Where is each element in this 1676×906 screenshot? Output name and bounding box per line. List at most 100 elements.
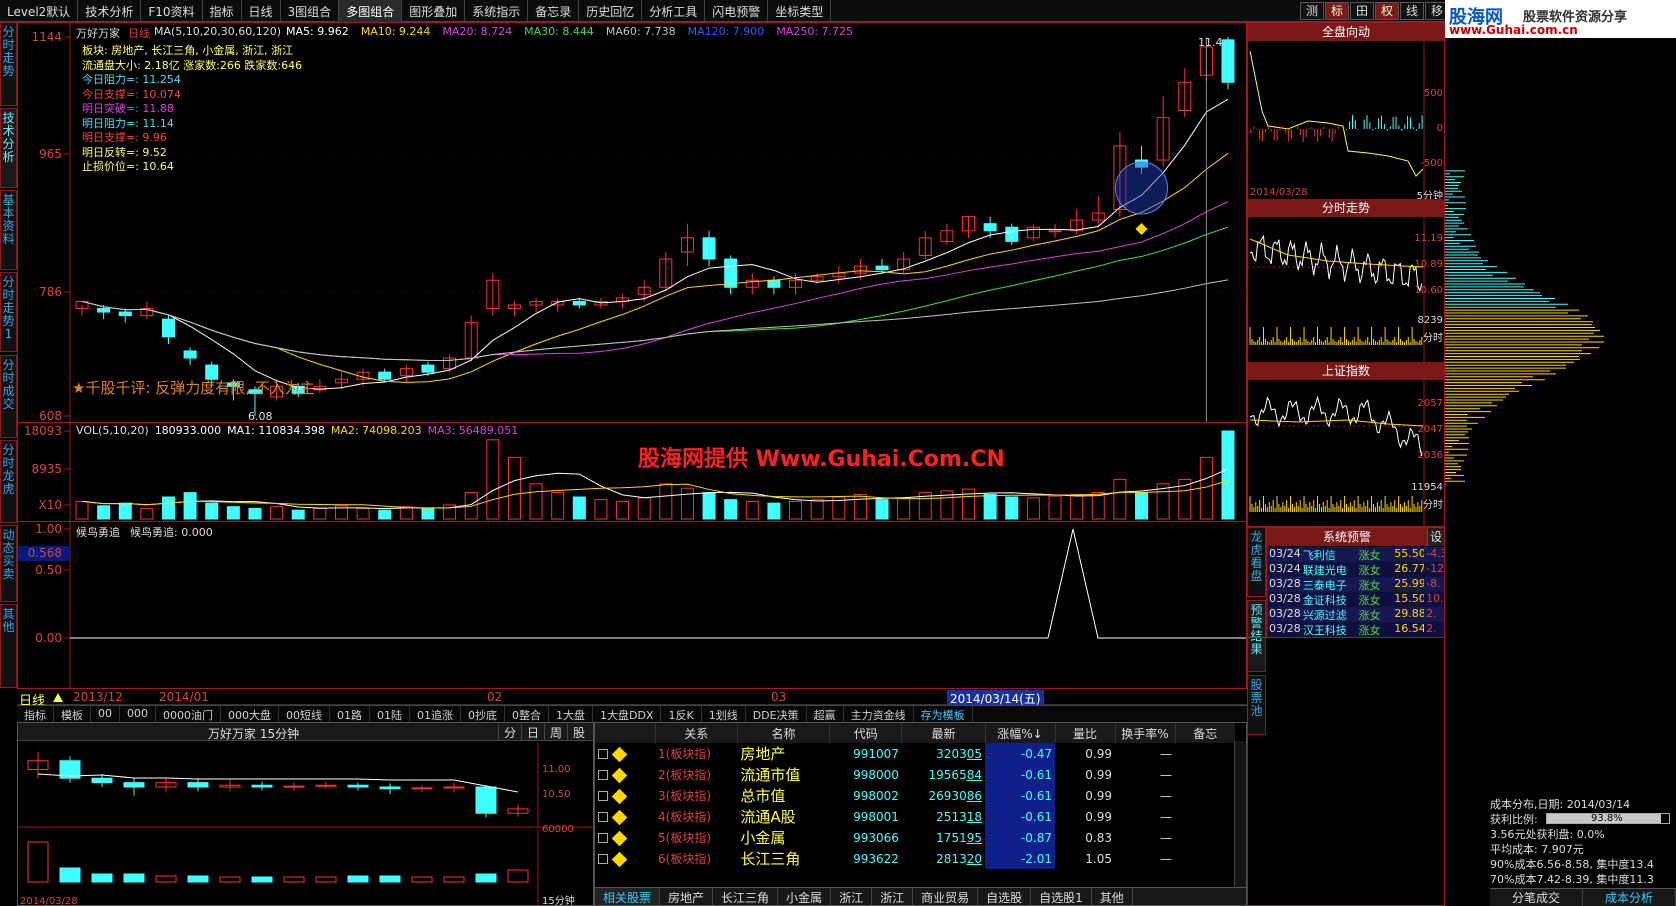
header-cell[interactable]: 涨幅%↓ (984, 723, 1055, 743)
indicator-tab-4[interactable]: 0000油门 (156, 706, 221, 722)
related-tab-9[interactable]: 其他 (1092, 888, 1133, 905)
cost-tab-1[interactable]: 成本分析 (1583, 889, 1676, 906)
alert-settings-button[interactable]: 设 (1427, 528, 1444, 546)
toolbar-item-12[interactable]: 闪电预警 (705, 0, 769, 22)
alert-row[interactable]: 03/28 汉王科技 涨女 16.54 2. (1267, 622, 1444, 637)
indicator-tab-0[interactable]: 指标 (17, 706, 54, 722)
indicator-tab-13[interactable]: 1大盘DDX (593, 706, 662, 722)
side-tab-0[interactable]: 分时走势 (0, 22, 17, 106)
side-tab-3[interactable]: 分时走势1 (0, 272, 17, 352)
related-tab-1[interactable]: 房地产 (660, 888, 714, 905)
header-cell[interactable]: 换手率% (1114, 723, 1175, 743)
related-tab-6[interactable]: 商业贸易 (913, 888, 979, 905)
side-tab-2[interactable]: 基本资料 (0, 190, 17, 270)
indicator-tab-5[interactable]: 000大盘 (221, 706, 279, 722)
mini-tab-3[interactable]: 股 (567, 724, 590, 741)
side-tab-4[interactable]: 分时成交 (0, 355, 17, 438)
checkbox-icon[interactable] (598, 749, 608, 759)
alert-row[interactable]: 03/28金证科技涨女 15.5010.1 (1267, 592, 1444, 607)
table-row[interactable]: 6(板块指) 长江三角 993622 281320 -2.01 1.05— (595, 848, 1235, 869)
toolbar-item-1[interactable]: 技术分析 (78, 0, 142, 22)
alert-row[interactable]: 03/24联建光电涨女 26.77-12. (1267, 562, 1444, 577)
mini-tab-1[interactable]: 日 (521, 724, 544, 741)
right-tab-0[interactable]: 龙虎看盘 (1247, 527, 1266, 597)
header-cell[interactable]: 量比 (1054, 723, 1115, 743)
market-trend-chart[interactable]: 5000-5002014/03/28 5分钟 (1248, 41, 1444, 201)
checkbox-icon[interactable] (598, 791, 608, 801)
toolbar-item-11[interactable]: 分析工具 (642, 0, 706, 22)
cost-distribution-chart[interactable] (1445, 38, 1676, 798)
indicator-tab-9[interactable]: 01追涨 (410, 706, 461, 722)
alert-row[interactable]: 03/28 兴源过滤 涨女 29.88 2. (1267, 607, 1444, 622)
quote-scrollbar[interactable] (1234, 741, 1246, 887)
indicator-tab-14[interactable]: 1反K (661, 706, 702, 722)
alert-row[interactable]: 03/24飞利信 涨女 55.50-4.3 (1267, 547, 1444, 562)
toolbar-item-2[interactable]: F10资料 (141, 0, 203, 22)
header-cell[interactable]: 最新 (901, 723, 985, 743)
related-tab-0[interactable]: 相关股票 (595, 888, 661, 905)
indicator-tab-1[interactable]: 模板 (54, 706, 91, 722)
toolbar-item-3[interactable]: 指标 (203, 0, 242, 22)
toolbar-btn-2[interactable]: 田 (1350, 2, 1374, 20)
indicator-tab-6[interactable]: 00短线 (279, 706, 330, 722)
indicator-tab-12[interactable]: 1大盘 (549, 706, 593, 722)
indicator-tab-19[interactable]: 存为模板 (914, 706, 973, 722)
table-row[interactable]: 3(板块指) 总市值 998002 2693086 -0.61 0.99— (595, 785, 1235, 806)
y-axis-label: 18093 (24, 424, 62, 438)
toolbar-item-8[interactable]: 系统指示 (465, 0, 529, 22)
toolbar-item-9[interactable]: 备忘录 (528, 0, 580, 22)
toolbar-item-4[interactable]: 日线 (242, 0, 281, 22)
toolbar-item-6[interactable]: 多图组合 (339, 0, 403, 22)
side-tab-7[interactable]: 其他 (0, 604, 17, 688)
related-tab-5[interactable]: 浙江 (872, 888, 914, 905)
toolbar-btn-0[interactable]: 测 (1300, 2, 1324, 20)
header-cell[interactable]: 名称 (736, 723, 830, 743)
indicator-tab-8[interactable]: 01陆 (370, 706, 410, 722)
toolbar-item-10[interactable]: 历史回忆 (579, 0, 643, 22)
table-row[interactable]: 2(板块指) 流通市值 998000 1956584 -0.61 0.99— (595, 764, 1235, 785)
table-row[interactable]: 4(板块指) 流通A股 998001 251318 -0.61 0.99— (595, 806, 1235, 827)
indicator-chart[interactable]: 1.00 0.50 0.00 0.568 (18, 522, 1246, 688)
toolbar-item-0[interactable]: Level2默认 (0, 0, 79, 22)
side-tab-5[interactable]: 分时龙虎 (0, 440, 17, 523)
header-cell[interactable]: 关系 (654, 723, 738, 743)
indicator-tab-3[interactable]: 000 (120, 706, 156, 722)
indicator-tab-15[interactable]: 1划线 (702, 706, 746, 722)
cost-tab-0[interactable]: 分笔成交 (1490, 889, 1583, 906)
mini-tab-0[interactable]: 分 (498, 724, 521, 741)
indicator-tab-16[interactable]: DDE决策 (746, 706, 807, 722)
table-row[interactable]: 5(板块指) 小金属 993066 175195 -0.87 0.83— (595, 827, 1235, 848)
header-cell[interactable]: 备忘 (1174, 723, 1235, 743)
related-tab-7[interactable]: 自选股 (978, 888, 1032, 905)
related-tab-8[interactable]: 自选股1 (1031, 888, 1092, 905)
intraday-chart[interactable]: 11.19 10.89 10.60 8239 分时 (1248, 217, 1444, 362)
header-cell[interactable]: 代码 (829, 723, 902, 743)
indicator-tab-18[interactable]: 主力资金线 (844, 706, 914, 722)
toolbar-item-5[interactable]: 3图组合 (281, 0, 340, 22)
indicator-tab-10[interactable]: 0抄底 (461, 706, 505, 722)
indicator-tab-7[interactable]: 01路 (330, 706, 370, 722)
side-tab-1[interactable]: 技术分析 (0, 108, 17, 188)
related-tab-2[interactable]: 长江三角 (713, 888, 779, 905)
checkbox-icon[interactable] (598, 833, 608, 843)
sh-index-chart[interactable]: 20572047203611954分时 (1248, 380, 1444, 527)
checkbox-icon[interactable] (598, 812, 608, 822)
checkbox-icon[interactable] (598, 854, 608, 864)
mini-tab-2[interactable]: 周 (544, 724, 567, 741)
toolbar-btn-3[interactable]: 权 (1375, 2, 1399, 20)
table-row[interactable]: 1(板块指) 房地产 991007 320305 -0.47 0.99— (595, 743, 1235, 764)
toolbar-item-7[interactable]: 图形叠加 (402, 0, 466, 22)
related-tab-3[interactable]: 小金属 (778, 888, 832, 905)
alert-row[interactable]: 03/28 三泰电子 涨女 25.99 -8. (1267, 577, 1444, 592)
side-tab-6[interactable]: 动态买卖 (0, 525, 17, 602)
indicator-tab-2[interactable]: 00 (91, 706, 120, 722)
toolbar-btn-1[interactable]: 标 (1325, 2, 1349, 20)
checkbox-icon[interactable] (598, 770, 608, 780)
volume-chart[interactable]: 18093 8935 X10 (18, 423, 1246, 521)
mini-candle-chart[interactable]: 11.00 10.50 60000 2014/03/28 15分钟 (18, 742, 593, 906)
toolbar-btn-4[interactable]: 线 (1400, 2, 1424, 20)
related-tab-4[interactable]: 浙江 (831, 888, 873, 905)
indicator-tab-17[interactable]: 超赢 (807, 706, 844, 722)
toolbar-item-13[interactable]: 坐标类型 (768, 0, 832, 22)
indicator-tab-11[interactable]: 0整合 (505, 706, 549, 722)
